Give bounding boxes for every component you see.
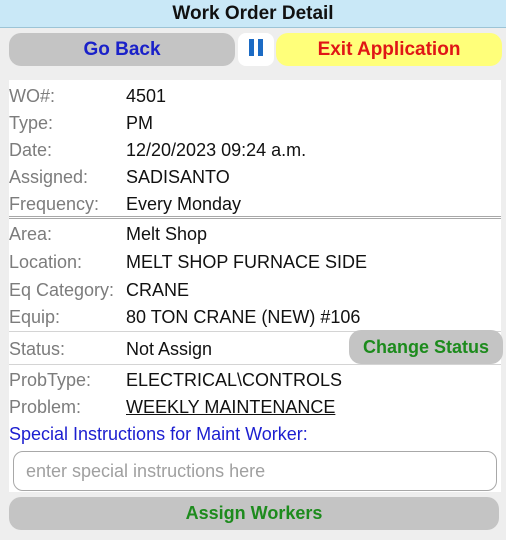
eq-category-value: CRANE — [126, 279, 190, 300]
field-row-type: Type: PM — [9, 110, 501, 136]
page-header: Work Order Detail — [0, 0, 506, 28]
field-row-wo: WO#: 4501 — [9, 83, 501, 109]
go-back-label: Go Back — [83, 38, 161, 60]
field-row-location: Location: MELT SHOP FURNACE SIDE — [9, 249, 501, 275]
page-title: Work Order Detail — [172, 2, 334, 24]
prob-type-value: ELECTRICAL\CONTROLS — [126, 369, 343, 390]
equip-value: 80 TON CRANE (NEW) #106 — [126, 306, 361, 327]
type-value: PM — [126, 112, 153, 133]
eq-category-label: Eq Category: — [9, 279, 115, 300]
assign-workers-label: Assign Workers — [185, 503, 323, 523]
equip-label: Equip: — [9, 306, 61, 327]
field-row-eq-category: Eq Category: CRANE — [9, 277, 501, 303]
status-value: Not Assign — [126, 338, 213, 359]
problem-label: Problem: — [9, 396, 82, 417]
location-value: MELT SHOP FURNACE SIDE — [126, 251, 368, 272]
field-row-area: Area: Melt Shop — [9, 221, 501, 247]
exit-application-label: Exit Application — [317, 38, 461, 60]
prob-type-label: ProbType: — [9, 369, 92, 390]
wo-value: 4501 — [126, 85, 167, 106]
special-instructions-label: Special Instructions for Maint Worker: — [9, 424, 308, 444]
assigned-label: Assigned: — [9, 166, 89, 187]
go-back-button[interactable]: Go Back — [9, 33, 235, 66]
field-row-problem: Problem: WEEKLY MAINTENANCE — [9, 394, 501, 420]
pause-icon — [247, 38, 265, 61]
pause-button[interactable] — [238, 33, 274, 66]
field-row-prob-type: ProbType: ELECTRICAL\CONTROLS — [9, 367, 501, 393]
date-value: 12/20/2023 09:24 a.m. — [126, 139, 307, 160]
field-row-date: Date: 12/20/2023 09:24 a.m. — [9, 137, 501, 163]
section-divider — [9, 216, 501, 219]
location-label: Location: — [9, 251, 83, 272]
area-label: Area: — [9, 223, 53, 244]
work-order-detail-panel: WO#: 4501 Type: PM Date: 12/20/2023 09:2… — [9, 80, 503, 492]
assigned-value: SADISANTO — [126, 166, 230, 187]
row-separator — [9, 364, 501, 365]
change-status-button[interactable]: Change Status — [349, 330, 503, 364]
exit-application-button[interactable]: Exit Application — [276, 33, 502, 66]
frequency-label: Frequency: — [9, 193, 100, 214]
field-row-equip: Equip: 80 TON CRANE (NEW) #106 — [9, 304, 501, 330]
problem-link[interactable]: WEEKLY MAINTENANCE — [126, 397, 335, 418]
special-instructions-input[interactable] — [13, 451, 497, 491]
status-label: Status: — [9, 338, 66, 359]
field-row-frequency: Frequency: Every Monday — [9, 191, 501, 217]
area-value: Melt Shop — [126, 223, 208, 244]
type-label: Type: — [9, 112, 54, 133]
change-status-label: Change Status — [362, 336, 490, 357]
date-label: Date: — [9, 139, 53, 160]
wo-label: WO#: — [9, 85, 56, 106]
frequency-value: Every Monday — [126, 193, 242, 214]
field-row-assigned: Assigned: SADISANTO — [9, 164, 501, 190]
assign-workers-button[interactable]: Assign Workers — [9, 497, 499, 530]
